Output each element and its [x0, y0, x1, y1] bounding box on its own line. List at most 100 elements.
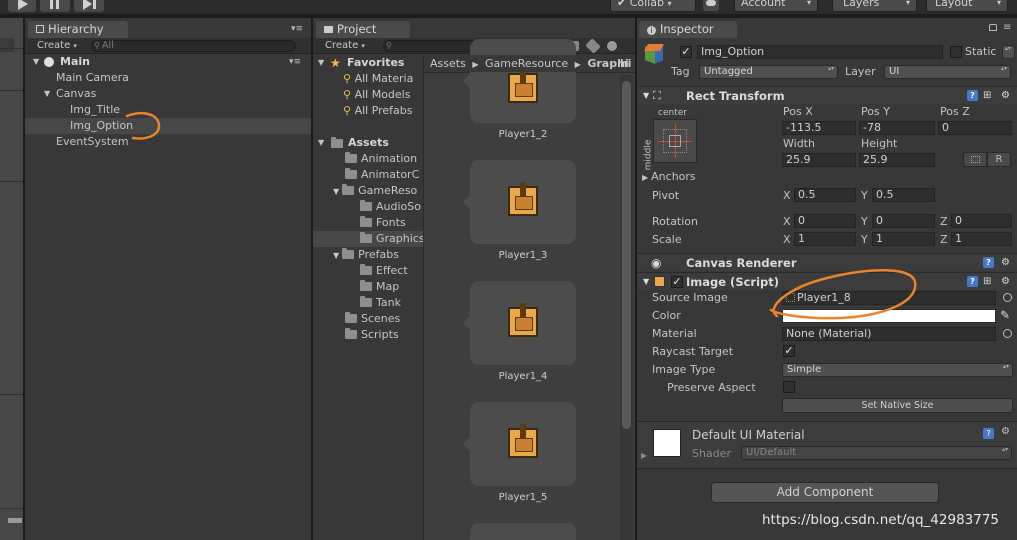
list-item[interactable]: Fonts [360, 215, 406, 231]
image-type-dropdown[interactable]: Simple [782, 363, 1013, 377]
favorite-icon[interactable] [607, 41, 617, 51]
object-name-field[interactable]: Img_Option [697, 45, 943, 59]
scrollbar[interactable] [620, 75, 633, 540]
width-field[interactable]: 25.9 [782, 153, 856, 167]
help-icon[interactable]: ? [967, 90, 978, 101]
list-item[interactable]: ⚲ All Models [343, 87, 410, 103]
layers-dropdown[interactable]: Layers ▾ [832, 0, 917, 12]
scale-z-field[interactable]: 1 [951, 232, 1012, 246]
list-item[interactable]: ⚲ All Prefabs [343, 103, 413, 119]
collab-button[interactable]: ✔ Collab ▾ [610, 0, 696, 12]
expand-arrow-icon[interactable]: ▶ [641, 451, 647, 460]
add-component-button[interactable]: Add Component [711, 482, 939, 503]
object-picker-icon[interactable] [1003, 293, 1012, 302]
asset-tile[interactable] [463, 402, 576, 486]
tab-inspector[interactable]: i Inspector [639, 21, 737, 38]
active-checkbox[interactable]: ✓ [680, 46, 692, 58]
hierarchy-create-button[interactable]: Create ▾ [37, 38, 77, 54]
expand-arrow-icon: ▼ [44, 89, 51, 98]
list-item[interactable]: ⚲ All Materia [343, 71, 413, 87]
list-item[interactable]: ▼ GameReso [333, 183, 417, 199]
panel-menu-icon[interactable]: ▾≡ [291, 24, 303, 34]
shader-dropdown[interactable]: UI/Default [741, 446, 1012, 460]
help-icon[interactable]: ? [967, 276, 978, 287]
account-dropdown[interactable]: Account ▾ [734, 0, 818, 12]
list-item[interactable]: Main Camera [56, 70, 129, 86]
material-field[interactable]: None (Material) [782, 327, 996, 341]
breadcrumb-item[interactable]: Graphi [587, 57, 628, 70]
shader-label: Shader [692, 447, 731, 460]
tag-dropdown[interactable]: Untagged [699, 65, 838, 79]
asset-tile[interactable] [463, 160, 576, 244]
list-item-canvas[interactable]: ▼ Canvas [25, 86, 311, 102]
label-icon[interactable] [585, 38, 601, 54]
height-field[interactable]: 25.9 [859, 153, 935, 167]
lock-icon[interactable] [989, 24, 997, 31]
rotation-x-field[interactable]: 0 [794, 214, 856, 228]
gear-icon[interactable]: ⚙ [1001, 426, 1010, 437]
raycast-target-checkbox[interactable]: ✓ [783, 345, 795, 357]
static-dropdown[interactable] [1002, 45, 1015, 59]
scrollbar-thumb[interactable] [622, 81, 631, 429]
asset-tile[interactable] [463, 39, 576, 123]
asset-label: Player1_2 [498, 129, 548, 140]
layer-dropdown[interactable]: UI [884, 65, 1011, 79]
star-icon: ★ [330, 56, 341, 70]
rotation-z-field[interactable]: 0 [951, 214, 1012, 228]
tab-project[interactable]: Project [316, 21, 410, 38]
preset-icon[interactable]: ⊞ [983, 273, 991, 291]
preserve-aspect-checkbox[interactable] [783, 381, 795, 393]
anchor-preset-button[interactable] [653, 119, 697, 163]
asset-tile[interactable] [463, 281, 576, 365]
pos-x-field[interactable]: -113.5 [782, 121, 856, 135]
scale-y-field[interactable]: 1 [872, 232, 935, 246]
step-button[interactable] [74, 0, 104, 12]
list-item[interactable]: Img_Title [70, 102, 120, 118]
object-picker-icon[interactable] [1003, 329, 1012, 338]
gear-icon[interactable]: ⚙ [1001, 87, 1010, 105]
play-button[interactable] [8, 0, 36, 12]
hierarchy-search-input[interactable]: ⚲ All [91, 40, 296, 52]
list-item[interactable]: Scripts [345, 327, 399, 343]
pivot-x-field[interactable]: 0.5 [794, 188, 856, 202]
help-icon[interactable]: ? [983, 257, 994, 268]
list-item[interactable]: ▼ Prefabs [333, 247, 399, 263]
breadcrumb-item[interactable]: GameResource [485, 57, 568, 70]
pause-button[interactable] [40, 0, 70, 12]
rotation-y-field[interactable]: 0 [872, 214, 935, 228]
list-item[interactable]: Animation [345, 151, 417, 167]
gear-icon[interactable]: ⚙ [1001, 254, 1010, 272]
pivot-y-field[interactable]: 0.5 [872, 188, 935, 202]
list-item[interactable]: AnimatorC [345, 167, 419, 183]
static-checkbox[interactable] [950, 46, 962, 58]
tab-hierarchy[interactable]: Hierarchy [28, 21, 128, 38]
project-create-button[interactable]: Create ▾ [325, 38, 365, 54]
list-item[interactable]: Effect [360, 263, 408, 279]
panel-menu-icon[interactable]: ≡ [1003, 22, 1011, 33]
layout-dropdown[interactable]: Layout ▾ [926, 0, 1008, 12]
eyedropper-icon[interactable]: ✏ [997, 306, 1014, 323]
scene-row[interactable]: ▼ Main ▾≡ [25, 54, 311, 70]
list-item[interactable]: AudioSo [360, 199, 421, 215]
cloud-button[interactable] [703, 0, 719, 11]
image-enabled-checkbox[interactable]: ✓ [671, 276, 683, 288]
pos-y-field[interactable]: -78 [859, 121, 935, 135]
list-item-selected[interactable]: Img_Option [25, 118, 311, 134]
list-item[interactable]: Map [360, 279, 399, 295]
breadcrumb-item[interactable]: Assets [430, 57, 466, 70]
anchors-row[interactable]: ▶ Anchors [642, 170, 696, 185]
scale-x-field[interactable]: 1 [794, 232, 856, 246]
scene-menu-icon[interactable]: ▾≡ [289, 54, 301, 70]
help-icon[interactable]: ? [983, 428, 994, 439]
gear-icon[interactable]: ⚙ [1001, 273, 1010, 291]
blueprint-button[interactable] [963, 152, 987, 167]
preset-icon[interactable]: ⊞ [983, 87, 991, 105]
set-native-size-button[interactable]: Set Native Size [782, 398, 1013, 413]
raw-edit-button[interactable]: R [987, 152, 1011, 167]
pos-z-field[interactable]: 0 [938, 121, 1012, 135]
list-item[interactable]: Tank [360, 295, 401, 311]
list-item-selected[interactable]: Graphics [313, 231, 425, 247]
asset-tile[interactable] [470, 523, 576, 540]
rect-transform-header[interactable]: ▼ ⛶ Rect Transform ? ⊞ ⚙ [637, 86, 1017, 104]
list-item[interactable]: Scenes [345, 311, 400, 327]
